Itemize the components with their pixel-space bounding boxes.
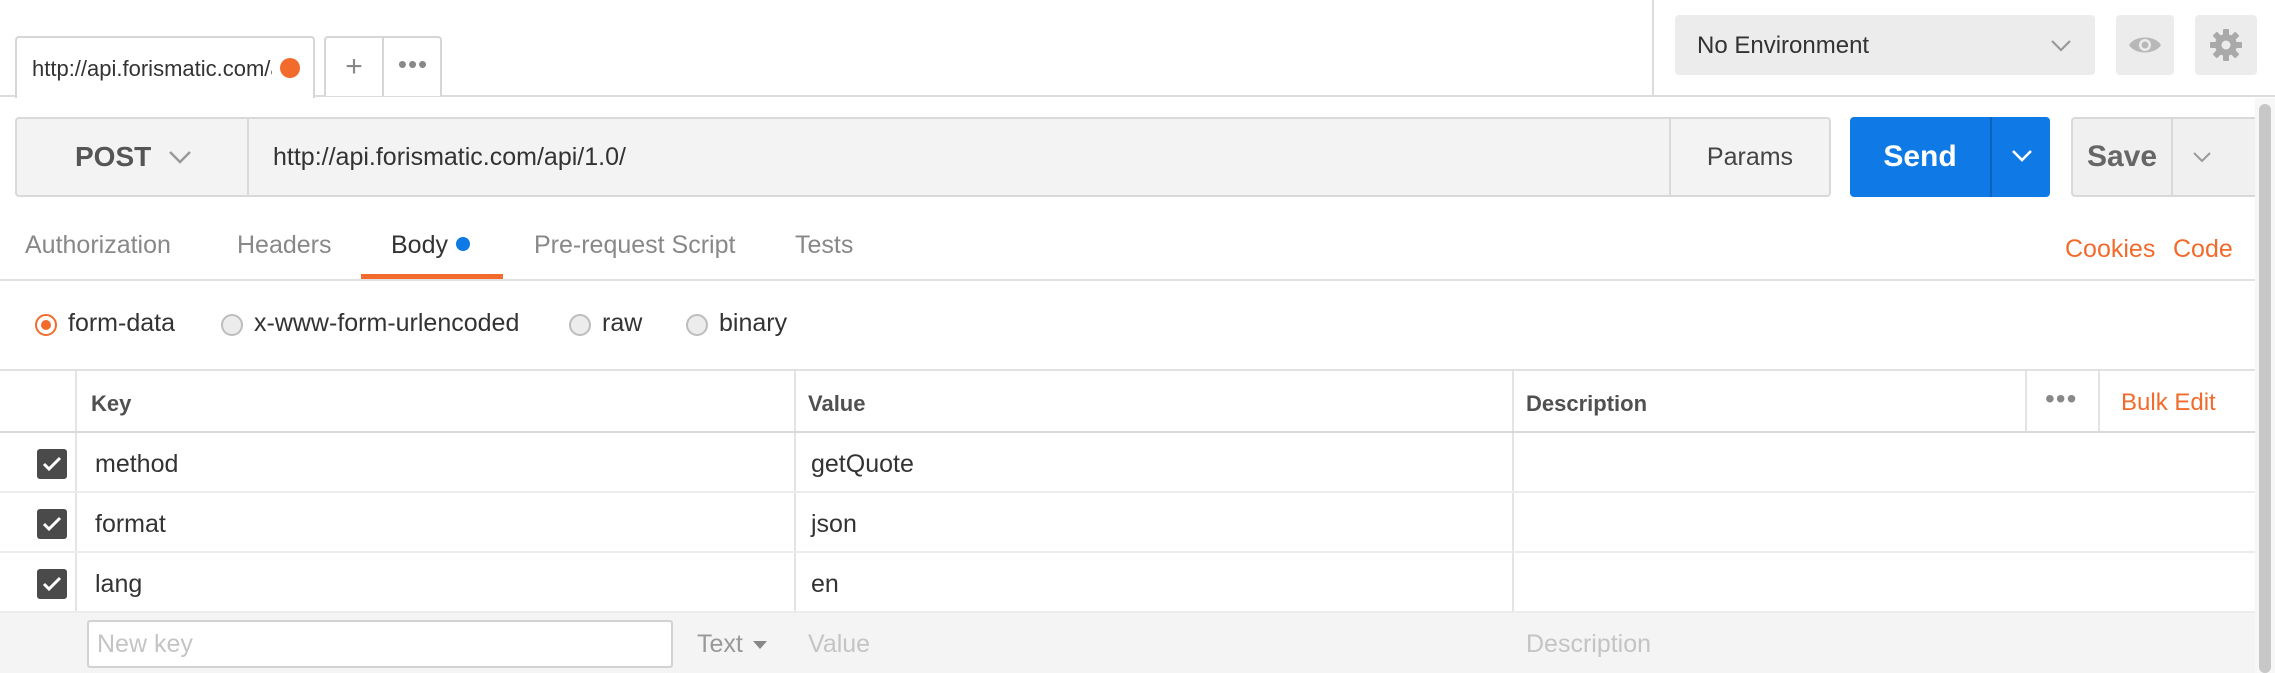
- radio-label: x-www-form-urlencoded: [254, 309, 520, 337]
- send-button-group: Send: [1850, 117, 2050, 197]
- cookies-link[interactable]: Cookies: [2065, 235, 2155, 264]
- request-subtabs: Authorization Headers Body Pre-request S…: [0, 217, 2255, 281]
- radio-circle: [221, 314, 243, 336]
- tab-actions: + •••: [324, 36, 442, 96]
- method-label: POST: [75, 141, 152, 172]
- gear-icon: [2210, 29, 2242, 61]
- new-key-input[interactable]: [87, 620, 673, 668]
- checkmark-icon: [42, 516, 62, 532]
- url-input[interactable]: [249, 119, 1683, 195]
- new-row: Text: [0, 613, 2255, 673]
- save-button-group: Save: [2071, 117, 2271, 197]
- new-description-input[interactable]: [1526, 625, 2226, 663]
- radio-label: raw: [602, 309, 643, 337]
- value-type-label: Text: [697, 630, 743, 658]
- table-row: lang en: [0, 553, 2255, 613]
- environment-label: No Environment: [1697, 32, 1870, 59]
- bulk-edit-button[interactable]: Bulk Edit: [2121, 389, 2216, 417]
- request-tab-bar: http://api.forismatic.com/api/1.0/ + •••…: [0, 0, 2275, 98]
- radio-circle: [35, 314, 57, 336]
- new-value-input[interactable]: [808, 625, 1488, 663]
- row-key[interactable]: format: [95, 510, 166, 539]
- table-options-button[interactable]: •••: [2045, 385, 2077, 413]
- body-type-selector: form-data x-www-form-urlencoded raw bina…: [0, 283, 2255, 371]
- active-tab-indicator: [361, 274, 503, 279]
- tab-headers[interactable]: Headers: [237, 231, 332, 260]
- request-tab-title: http://api.forismatic.com/api/1.0/: [32, 56, 272, 81]
- radio-label: binary: [719, 309, 788, 337]
- tab-body-label: Body: [391, 231, 448, 259]
- environment-select[interactable]: No Environment: [1675, 15, 2095, 75]
- top-divider: [1652, 0, 1654, 97]
- send-button[interactable]: Send: [1850, 117, 1990, 197]
- radio-circle: [569, 314, 591, 336]
- new-tab-button[interactable]: +: [326, 38, 384, 96]
- chevron-down-icon: [2051, 40, 2071, 52]
- column-header-description: Description: [1526, 391, 1648, 416]
- table-header: Key Value Description ••• Bulk Edit: [0, 371, 2255, 433]
- row-value[interactable]: json: [811, 510, 857, 539]
- request-tab[interactable]: http://api.forismatic.com/api/1.0/: [15, 36, 315, 98]
- environment-quick-look-button[interactable]: [2116, 15, 2174, 75]
- value-type-select[interactable]: Text: [697, 630, 767, 659]
- chevron-down-icon: [169, 151, 191, 164]
- row-key[interactable]: lang: [95, 570, 142, 599]
- tab-tests[interactable]: Tests: [795, 231, 853, 260]
- row-value[interactable]: getQuote: [811, 450, 914, 479]
- save-button[interactable]: Save: [2073, 119, 2171, 195]
- radio-circle: [686, 314, 708, 336]
- tab-pre-request-script[interactable]: Pre-request Script: [534, 231, 735, 260]
- row-value[interactable]: en: [811, 570, 839, 599]
- eye-icon: [2129, 37, 2161, 53]
- manage-environments-button[interactable]: [2195, 15, 2257, 75]
- row-enabled-checkbox[interactable]: [37, 569, 67, 599]
- checkmark-icon: [42, 456, 62, 472]
- code-link[interactable]: Code: [2173, 235, 2233, 264]
- send-options-button[interactable]: [1990, 117, 2050, 197]
- column-header-key: Key: [91, 391, 132, 416]
- row-key[interactable]: method: [95, 450, 178, 479]
- chevron-down-icon: [2012, 150, 2032, 162]
- form-data-table: Key Value Description ••• Bulk Edit meth…: [0, 371, 2255, 673]
- column-header-value: Value: [808, 391, 866, 416]
- body-modified-dot: [455, 237, 470, 251]
- request-url-bar: POST Params: [15, 117, 1831, 197]
- checkmark-icon: [42, 576, 62, 592]
- tab-body[interactable]: Body: [391, 231, 470, 260]
- scrollbar-thumb[interactable]: [2259, 104, 2271, 673]
- method-select[interactable]: POST: [17, 119, 249, 195]
- table-row: format json: [0, 493, 2255, 553]
- params-button[interactable]: Params: [1669, 119, 1829, 195]
- radio-label: form-data: [68, 309, 175, 337]
- row-enabled-checkbox[interactable]: [37, 509, 67, 539]
- tab-options-button[interactable]: •••: [384, 38, 442, 96]
- chevron-down-icon: [2193, 152, 2211, 163]
- table-row: method getQuote: [0, 433, 2255, 493]
- caret-down-icon: [752, 641, 767, 649]
- row-enabled-checkbox[interactable]: [37, 449, 67, 479]
- tab-authorization[interactable]: Authorization: [25, 231, 171, 260]
- unsaved-changes-dot: [280, 58, 300, 78]
